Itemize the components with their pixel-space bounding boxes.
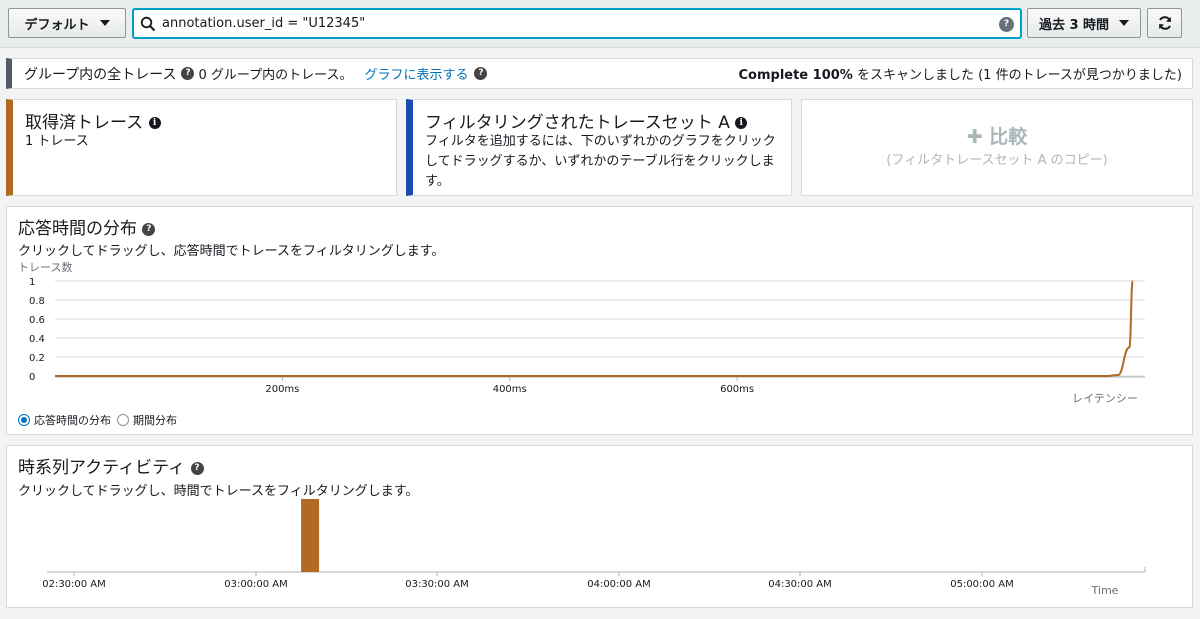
card-title: 取得済トレース i xyxy=(25,108,161,133)
compare-button[interactable]: ✚ 比較 xyxy=(802,122,1192,149)
search-input[interactable]: annotation.user_id = "U12345" ? xyxy=(132,8,1022,39)
x-tick-label: 04:00:00 AM xyxy=(587,579,651,590)
chart-mode-radios: 応答時間の分布 期間分布 xyxy=(18,412,177,428)
x-axis-label: Time xyxy=(1091,584,1119,597)
compare-label: 比較 xyxy=(989,126,1028,148)
panel-title: 時系列アクティビティ ? xyxy=(18,453,204,478)
group-select[interactable]: デフォルト xyxy=(8,8,126,38)
retrieved-title: 取得済トレース xyxy=(25,113,144,133)
info-icon[interactable]: i xyxy=(148,117,161,129)
help-icon[interactable]: ? xyxy=(142,222,156,236)
radio-response-time[interactable] xyxy=(18,414,30,426)
time-series-chart[interactable]: 02:30:00 AM 03:00:00 AM 03:30:00 AM 04:00:0… xyxy=(7,496,1192,606)
x-tick-label: 05:00:00 AM xyxy=(950,579,1014,590)
caret-down-icon xyxy=(1119,20,1130,26)
filtered-description: フィルタを追加するには、下のいずれかのグラフをクリックしてドラッグするか、いずれ… xyxy=(425,134,776,189)
filtered-title: フィルタリングされたトレースセット A xyxy=(425,113,730,133)
response-time-panel: 応答時間の分布 ? クリックしてドラッグし、応答時間でトレースをフィルタリングし… xyxy=(6,206,1193,435)
panel-title: 応答時間の分布 ? xyxy=(18,214,156,239)
group-count: 0 グループ内のトレース。 xyxy=(198,68,353,83)
time-series-panel: 時系列アクティビティ ? クリックしてドラッグし、時間でトレースをフィルタリング… xyxy=(6,445,1193,608)
x-tick-label: 02:30:00 AM xyxy=(42,579,106,590)
y-tick-label: 0.6 xyxy=(29,315,45,326)
help-icon[interactable]: ? xyxy=(190,461,204,475)
x-tick-label: 03:30:00 AM xyxy=(405,579,469,590)
scan-percent: Complete 100% xyxy=(738,68,853,83)
group-title: グループ内の全トレース xyxy=(24,66,177,83)
help-icon[interactable]: ? xyxy=(474,66,488,82)
group-info-bar: グループ内の全トレース ? 0 グループ内のトレース。 グラフに表示する ? C… xyxy=(6,58,1193,89)
radio-duration[interactable] xyxy=(117,414,129,426)
show-in-graph-link[interactable]: グラフに表示する xyxy=(364,64,468,83)
time-range-label: 過去 3 時間 xyxy=(1038,17,1110,33)
retrieved-count: 1 トレース xyxy=(25,134,89,149)
radio-2-label: 期間分布 xyxy=(133,414,177,427)
help-icon[interactable]: ? xyxy=(999,17,1014,32)
series-line xyxy=(55,280,1134,377)
search-value[interactable]: annotation.user_id = "U12345" xyxy=(162,16,365,31)
x-tick-label: 400ms xyxy=(493,384,527,395)
compare-sub: (フィルタトレースセット A のコピー) xyxy=(886,153,1108,168)
retrieved-traces-card: 取得済トレース i 1 トレース xyxy=(6,99,397,196)
card-title: フィルタリングされたトレースセット A i xyxy=(425,108,748,133)
toolbar: デフォルト annotation.user_id = "U12345" ? 過去… xyxy=(0,0,1200,48)
y-tick-label: 1 xyxy=(29,277,35,288)
refresh-icon xyxy=(1158,16,1171,30)
radio-1-label: 応答時間の分布 xyxy=(34,414,111,427)
compare-card[interactable]: ✚ 比較 (フィルタトレースセット A のコピー) xyxy=(801,99,1193,196)
group-select-label: デフォルト xyxy=(24,17,90,33)
scan-status: Complete 100% をスキャンしました (1 件のトレースが見つかりまし… xyxy=(739,64,1183,83)
response-desc: クリックしてドラッグし、応答時間でトレースをフィルタリングします。 xyxy=(18,244,445,259)
x-tick-label: 04:30:00 AM xyxy=(768,579,832,590)
help-icon[interactable]: ? xyxy=(181,66,195,82)
y-tick-label: 0 xyxy=(29,372,35,383)
x-tick-label: 03:00:00 AM xyxy=(224,579,288,590)
search-icon xyxy=(140,16,156,31)
time-range-select[interactable]: 過去 3 時間 xyxy=(1027,8,1141,38)
refresh-button[interactable] xyxy=(1147,8,1182,38)
caret-down-icon xyxy=(99,20,110,26)
bar xyxy=(301,499,320,572)
x-tick-label: 200ms xyxy=(265,384,299,395)
scan-text: をスキャンしました (1 件のトレースが見つかりました) xyxy=(856,68,1182,83)
x-axis-label: レイテンシー xyxy=(1072,392,1138,405)
response-time-chart[interactable]: 0 0.2 0.4 0.6 0.8 1 200ms 400ms 600ms レイテンシー xyxy=(7,273,1192,409)
response-title: 応答時間の分布 xyxy=(18,219,137,239)
y-tick-label: 0.8 xyxy=(29,296,45,307)
y-tick-label: 0.4 xyxy=(29,334,45,345)
x-tick-label: 600ms xyxy=(720,384,754,395)
y-tick-label: 0.2 xyxy=(29,353,45,364)
timeseries-title: 時系列アクティビティ xyxy=(18,458,186,478)
plus-icon: ✚ xyxy=(966,126,983,148)
filtered-trace-set-card: フィルタリングされたトレースセット A i フィルタを追加するには、下のいずれか… xyxy=(406,99,792,196)
info-icon[interactable]: i xyxy=(735,117,748,129)
